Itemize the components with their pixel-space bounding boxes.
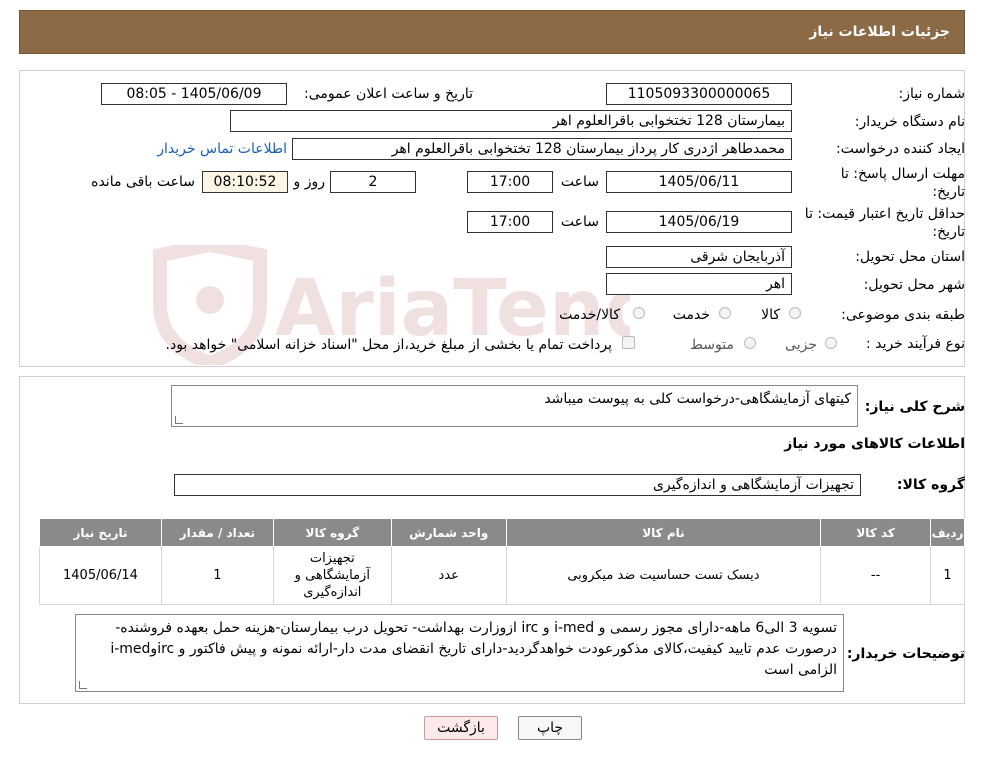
table-row: 1 -- دیسک تست حساسیت ضد میکروبی عدد تجهی…: [39, 546, 965, 605]
payment-note: پرداخت تمام یا بخشی از مبلغ خرید،از محل …: [165, 337, 612, 353]
col-name-header: نام کالا: [505, 518, 822, 547]
col-group-header: گروه کالا: [272, 518, 392, 547]
announce-field: 1405/06/09 - 08:05: [101, 83, 287, 105]
col-unit-header: واحد شمارش: [390, 518, 507, 547]
table-header-row: ردیف کد کالا نام کالا واحد شمارش گروه کا…: [39, 518, 965, 547]
cell-name: دیسک تست حساسیت ضد میکروبی: [505, 546, 822, 605]
deadline-label-2: تاریخ:: [932, 184, 965, 200]
cell-code: --: [820, 546, 932, 605]
cell-row: 1: [930, 546, 965, 605]
remaining-label: ساعت باقی مانده: [91, 174, 195, 190]
category-label: طبقه بندی موضوعی:: [841, 307, 965, 323]
days-field: 2: [330, 171, 416, 193]
category-goods-radio[interactable]: [789, 307, 801, 319]
goods-table-wrap: ردیف کد کالا نام کالا واحد شمارش گروه کا…: [39, 518, 965, 605]
goods-table: ردیف کد کالا نام کالا واحد شمارش گروه کا…: [39, 518, 965, 605]
announce-label: تاریخ و ساعت اعلان عمومی:: [304, 86, 473, 102]
validity-time-field: 17:00: [467, 211, 553, 233]
print-button[interactable]: چاپ: [518, 716, 582, 740]
page-title: جزئیات اطلاعات نیاز: [809, 24, 950, 40]
process-label: نوع فرآیند خرید :: [866, 336, 965, 352]
validity-time-label: ساعت: [560, 214, 599, 230]
summary-label: شرح کلی نیاز:: [864, 399, 965, 415]
creator-field: محمدطاهر اژدری کار پرداز بیمارستان 128 ت…: [292, 138, 792, 160]
need-number-label: شماره نیاز:: [898, 86, 966, 102]
goods-group-field: تجهیزات آزمایشگاهی و اندازه‌گیری: [174, 474, 861, 496]
category-goods-label: کالا: [761, 307, 780, 323]
deadline-label-1: مهلت ارسال پاسخ: تا: [840, 166, 965, 182]
province-label: استان محل تحویل:: [855, 249, 965, 265]
buyer-notes-label: توضیحات خریدار:: [846, 646, 965, 662]
category-goods-service-radio[interactable]: [633, 307, 645, 319]
treasury-payment-checkbox[interactable]: [622, 336, 635, 349]
resize-grip-icon[interactable]: [79, 681, 87, 689]
validity-date-field: 1405/06/19: [606, 211, 792, 233]
goods-info-title: اطلاعات کالاهای مورد نیاز: [784, 436, 965, 452]
cell-unit: عدد: [390, 546, 507, 605]
province-field: آذربایجان شرقی: [606, 246, 792, 268]
col-row-header: ردیف: [930, 518, 965, 547]
validity-label-2: تاریخ:: [932, 224, 965, 240]
page-header: جزئیات اطلاعات نیاز: [19, 10, 965, 54]
process-minor-radio[interactable]: [825, 337, 837, 349]
buyer-notes-textarea[interactable]: تسویه 3 الی6 ماهه-دارای مجوز رسمی و i-me…: [75, 614, 844, 692]
process-medium-radio[interactable]: [744, 337, 756, 349]
deadline-time-field: 17:00: [467, 171, 553, 193]
cell-qty: 1: [160, 546, 274, 605]
cell-date: 1405/06/14: [39, 546, 162, 605]
buyer-org-field: بیمارستان 128 تختخوابی باقرالعلوم اهر: [230, 110, 792, 132]
category-goods-service-label: کالا/خدمت: [559, 307, 620, 323]
city-label: شهر محل تحویل:: [863, 277, 965, 293]
validity-label-1: حداقل تاریخ اعتبار قیمت: تا: [804, 206, 965, 222]
process-medium-label: متوسط: [690, 337, 734, 353]
goods-group-label: گروه کالا:: [896, 477, 965, 493]
deadline-time-label: ساعت: [560, 174, 599, 190]
process-minor-label: جزیی: [785, 337, 817, 353]
category-service-label: خدمت: [672, 307, 710, 323]
contact-buyer-link[interactable]: اطلاعات تماس خریدار: [157, 141, 287, 157]
cell-group: تجهیزات آزمایشگاهی و اندازه‌گیری: [272, 546, 392, 605]
col-date-header: تاریخ نیاز: [39, 518, 162, 547]
col-code-header: کد کالا: [820, 518, 932, 547]
deadline-date-field: 1405/06/11: [606, 171, 792, 193]
city-field: اهر: [606, 273, 792, 295]
summary-textarea[interactable]: کیتهای آزمایشگاهی-درخواست کلی به پیوست م…: [171, 385, 858, 427]
col-qty-header: تعداد / مقدار: [160, 518, 274, 547]
buyer-org-label: نام دستگاه خریدار:: [854, 114, 965, 130]
back-button[interactable]: بازگشت: [424, 716, 498, 740]
summary-text: کیتهای آزمایشگاهی-درخواست کلی به پیوست م…: [544, 391, 851, 407]
category-service-radio[interactable]: [719, 307, 731, 319]
buyer-notes-text: تسویه 3 الی6 ماهه-دارای مجوز رسمی و i-me…: [110, 620, 837, 678]
resize-grip-icon[interactable]: [175, 416, 183, 424]
need-number-field: 1105093300000065: [606, 83, 792, 105]
days-label: روز و: [293, 174, 326, 190]
remaining-time-field: 08:10:52: [202, 171, 288, 193]
creator-label: ایجاد کننده درخواست:: [836, 141, 965, 157]
